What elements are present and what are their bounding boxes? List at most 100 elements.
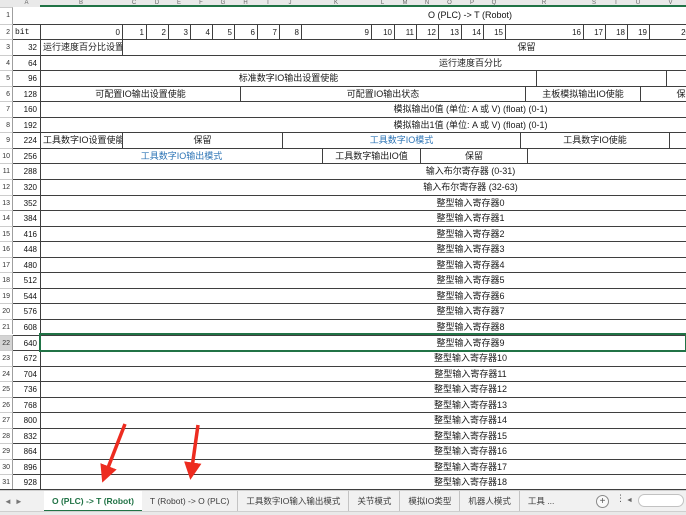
cell-r6-3[interactable]: 保留 [640,86,686,103]
bit-offset-672[interactable]: 672 [13,350,40,367]
cell-r27-0[interactable]: 整型输入寄存器14 [40,412,686,429]
row-header-16[interactable]: 16 [0,241,13,257]
bit-offset-32[interactable]: 32 [13,39,40,56]
bit-offset-736[interactable]: 736 [13,381,40,398]
row-header-10[interactable]: 10 [0,148,13,164]
column-header-C[interactable]: C [122,0,146,7]
cell-r5-1[interactable] [536,70,666,87]
bit-offset-256[interactable]: 256 [13,148,40,165]
row-header-5[interactable]: 5 [0,70,13,86]
sheet-tab-6[interactable]: 工具 ... [520,491,559,512]
bit-offset-704[interactable]: 704 [13,366,40,383]
tab-nav-left-icon[interactable]: ◄ [4,497,15,506]
bit-col-14[interactable]: 14 [461,24,483,41]
cell-r9-2[interactable]: 工具数字IO模式 [282,132,520,149]
bit-offset-448[interactable]: 448 [13,241,40,258]
bit-offset-192[interactable]: 192 [13,117,40,134]
bit-offset-896[interactable]: 896 [13,459,40,476]
bit-offset-544[interactable]: 544 [13,288,40,305]
row-header-25[interactable]: 25 [0,381,13,397]
bit-offset-160[interactable]: 160 [13,101,40,118]
bit-col-18[interactable]: 18 [605,24,627,41]
bit-col-1[interactable]: 1 [122,24,146,41]
row-header-14[interactable]: 14 [0,210,13,226]
cell-r22-0[interactable]: 整型输入寄存器9 [40,335,686,352]
bit-col-10[interactable]: 10 [371,24,394,41]
cell-r10-3[interactable] [527,148,686,165]
bit-offset-128[interactable]: 128 [13,86,40,103]
column-header-H[interactable]: H [234,0,257,7]
column-header-V[interactable]: V [649,0,686,7]
bit-offset-576[interactable]: 576 [13,303,40,320]
bit-offset-224[interactable]: 224 [13,132,40,149]
row-header-1[interactable]: 1 [0,7,13,24]
cell-r12-0[interactable]: 输入布尔寄存器 (32-63) [40,179,686,196]
column-header-E[interactable]: E [168,0,190,7]
tab-more-icon[interactable]: ⋮ [616,493,625,504]
bit-header-label[interactable]: bit [13,24,40,41]
tab-scroll-arrows[interactable]: ◄► [4,491,26,512]
row-header-13[interactable]: 13 [0,195,13,211]
row-header-20[interactable]: 20 [0,303,13,319]
column-header-K[interactable]: K [301,0,371,7]
cell-r5-2[interactable] [666,70,686,87]
cell-r30-0[interactable]: 整型输入寄存器17 [40,459,686,476]
cell-r6-1[interactable]: 可配置IO输出状态 [240,86,525,103]
bit-offset-416[interactable]: 416 [13,226,40,243]
cell-r9-0[interactable]: 工具数字IO设置使能 [40,132,122,149]
bit-col-5[interactable]: 5 [212,24,234,41]
row-header-11[interactable]: 11 [0,163,13,179]
column-header-R[interactable]: R [505,0,583,7]
bit-col-3[interactable]: 3 [168,24,190,41]
cell-r8-0[interactable]: 模拟输出1值 (单位: A 或 V) (float) (0-1) [40,117,686,134]
column-header-B[interactable]: B [40,0,122,7]
bit-offset-320[interactable]: 320 [13,179,40,196]
cell-r20-0[interactable]: 整型输入寄存器7 [40,303,686,320]
bit-col-4[interactable]: 4 [190,24,212,41]
bit-offset-64[interactable]: 64 [13,55,40,72]
bit-col-11[interactable]: 11 [394,24,416,41]
cell-r23-0[interactable]: 整型输入寄存器10 [40,350,686,367]
row-header-7[interactable]: 7 [0,101,13,117]
cell-r19-0[interactable]: 整型输入寄存器6 [40,288,686,305]
bit-offset-96[interactable]: 96 [13,70,40,87]
cell-r15-0[interactable]: 整型输入寄存器2 [40,226,686,243]
row-header-27[interactable]: 27 [0,412,13,428]
bit-col-9[interactable]: 9 [301,24,371,41]
bit-col-6[interactable]: 6 [234,24,257,41]
column-header-N[interactable]: N [416,0,438,7]
cell-r25-0[interactable]: 整型输入寄存器12 [40,381,686,398]
column-header-P[interactable]: P [461,0,483,7]
row-header-30[interactable]: 30 [0,459,13,475]
row-header-22[interactable]: 22 [0,335,13,351]
bit-col-12[interactable]: 12 [416,24,438,41]
column-header-S[interactable]: S [583,0,605,7]
row-header-31[interactable]: 31 [0,474,13,490]
cell-r10-0[interactable]: 工具数字IO输出模式 [40,148,322,165]
bit-col-15[interactable]: 15 [483,24,505,41]
column-header-A[interactable]: A [13,0,40,7]
cell-r10-1[interactable]: 工具数字输出IO值 [322,148,420,165]
column-header-T[interactable]: T [605,0,627,7]
cell-title[interactable]: O (PLC) -> T (Robot) [40,7,686,23]
sheet-tab-5[interactable]: 机器人模式 [460,491,520,512]
column-header-D[interactable]: D [146,0,168,7]
bit-col-2[interactable]: 2 [146,24,168,41]
cell-r3-1[interactable]: 保留 [122,39,686,56]
hscroll-left-icon[interactable]: ◄ [626,497,633,504]
cell-r26-0[interactable]: 整型输入寄存器13 [40,397,686,414]
row-header-23[interactable]: 23 [0,350,13,366]
cell-r24-0[interactable]: 整型输入寄存器11 [40,366,686,383]
cell-r13-0[interactable]: 整型输入寄存器0 [40,195,686,212]
horizontal-scrollbar[interactable] [638,494,684,507]
column-header-F[interactable]: F [190,0,212,7]
bit-offset-608[interactable]: 608 [13,319,40,336]
cell-r5-0[interactable]: 标准数字IO输出设置使能 [40,70,536,87]
cell-r7-0[interactable]: 模拟输出0值 (单位: A 或 V) (float) (0-1) [40,101,686,118]
column-header-L[interactable]: L [371,0,394,7]
row-header-29[interactable]: 29 [0,443,13,459]
cell-r16-0[interactable]: 整型输入寄存器3 [40,241,686,258]
cell-r9-4[interactable] [669,132,686,149]
column-header-G[interactable]: G [212,0,234,7]
bit-offset-352[interactable]: 352 [13,195,40,212]
